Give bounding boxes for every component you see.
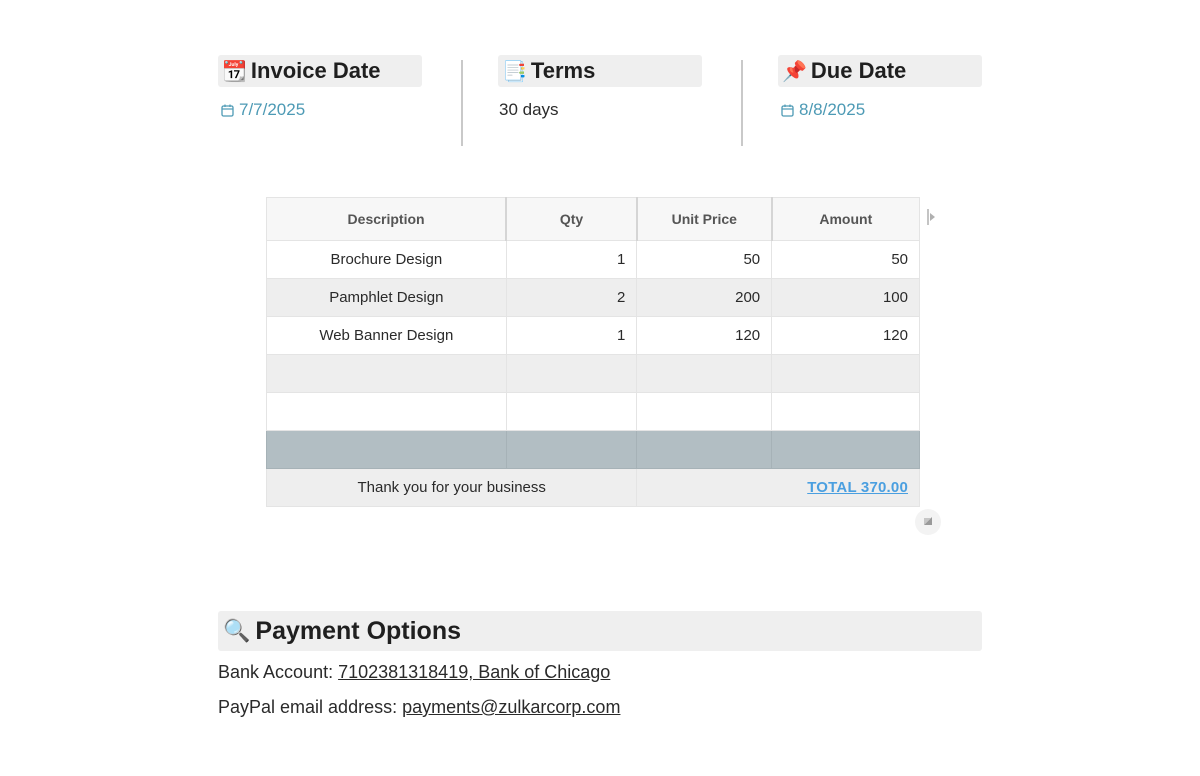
bank-account-link[interactable]: 7102381318419, Bank of Chicago [338,662,610,682]
terms-label: Terms [530,58,596,83]
invoice-date-block: 📆 Invoice Date 7/7/2025 [218,55,422,120]
total-link[interactable]: TOTAL 370.00 [807,479,908,496]
cell-description[interactable]: Brochure Design [266,240,507,279]
invoice-date-text: 7/7/2025 [239,100,306,119]
cell-description[interactable] [266,392,507,431]
cell-unit-price[interactable]: 50 [636,240,773,279]
magnifier-emoji-icon: 🔍 [223,618,251,644]
table-row: Brochure Design 1 50 50 [266,240,920,279]
due-date-value[interactable]: 8/8/2025 [778,100,982,120]
invoice-table: Description Qty Unit Price Amount Brochu… [265,197,920,507]
notepad-emoji-icon: 📑 [502,59,527,83]
cell-unit-price[interactable]: 200 [636,278,773,317]
due-date-block: 📌 Due Date 8/8/2025 [778,55,982,120]
due-date-text: 8/8/2025 [799,100,866,119]
calendar-icon [781,104,794,117]
column-header-amount[interactable]: Amount [771,197,920,241]
paypal-line: PayPal email address: payments@zulkarcor… [218,697,620,718]
invoice-date-value[interactable]: 7/7/2025 [218,100,422,120]
paypal-email-link[interactable]: payments@zulkarcorp.com [402,697,620,717]
cell-qty[interactable]: 1 [505,316,638,355]
bank-account-line: Bank Account: 7102381318419, Bank of Chi… [218,662,610,683]
cell-description[interactable] [266,430,507,469]
column-header-description[interactable]: Description [266,197,508,241]
cell-amount[interactable] [771,354,920,393]
cell-qty[interactable]: 1 [505,240,638,279]
thank-you-message[interactable]: Thank you for your business [265,468,638,507]
table-row: Web Banner Design 1 120 120 [266,316,920,355]
terms-heading: 📑 Terms [498,55,702,87]
terms-value: 30 days [499,100,559,119]
cell-amount[interactable]: 120 [771,316,920,355]
column-divider [741,60,743,146]
cell-qty[interactable] [505,392,638,431]
paypal-label: PayPal email address: [218,697,403,717]
pushpin-emoji-icon: 📌 [782,59,807,83]
invoice-date-heading: 📆 Invoice Date [218,55,422,87]
table-row [266,354,920,393]
calendar-emoji-icon: 📆 [222,59,247,83]
cell-description[interactable] [266,354,507,393]
cell-unit-price[interactable]: 120 [636,316,773,355]
table-row [266,430,920,469]
column-divider [461,60,463,146]
due-date-heading: 📌 Due Date [778,55,982,87]
resize-icon [924,517,932,525]
cell-amount[interactable]: 50 [771,240,920,279]
cell-qty[interactable] [505,430,638,469]
cell-description[interactable]: Web Banner Design [266,316,507,355]
payment-options-title: Payment Options [255,616,461,645]
calendar-icon [221,104,234,117]
cell-amount[interactable] [771,430,920,469]
terms-block: 📑 Terms 30 days [498,55,702,120]
cell-unit-price[interactable] [636,392,773,431]
cell-unit-price[interactable] [636,354,773,393]
table-resize-handle[interactable] [915,509,941,535]
table-footer-row: Thank you for your business TOTAL 370.00 [265,468,920,507]
table-row [266,392,920,431]
cell-qty[interactable] [505,354,638,393]
cell-unit-price[interactable] [636,430,773,469]
total-cell[interactable]: TOTAL 370.00 [636,468,920,507]
table-row: Pamphlet Design 2 200 100 [266,278,920,317]
due-date-label: Due Date [810,58,907,83]
cell-amount[interactable]: 100 [771,278,920,317]
table-header-row: Description Qty Unit Price Amount [266,197,920,241]
cell-qty[interactable]: 2 [505,278,638,317]
cell-amount[interactable] [771,392,920,431]
add-column-handle-icon[interactable] [926,207,936,227]
bank-account-label: Bank Account: [218,662,339,682]
payment-options-heading: 🔍 Payment Options [218,611,982,651]
invoice-date-label: Invoice Date [250,58,381,83]
column-header-qty[interactable]: Qty [505,197,638,241]
cell-description[interactable]: Pamphlet Design [266,278,507,317]
column-header-unit-price[interactable]: Unit Price [636,197,773,241]
